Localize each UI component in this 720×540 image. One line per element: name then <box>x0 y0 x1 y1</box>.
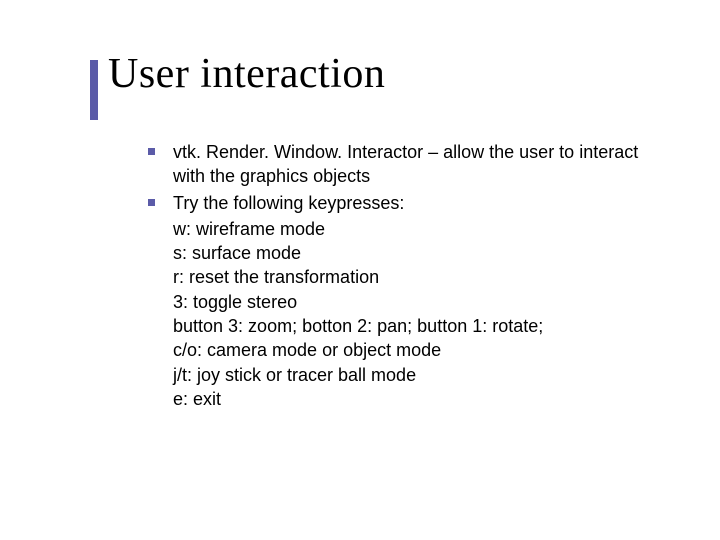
subline: button 3: zoom; botton 2: pan; button 1:… <box>173 314 660 338</box>
slide-body: vtk. Render. Window. Interactor – allow … <box>148 140 660 411</box>
slide-title: User interaction <box>108 50 385 98</box>
bullet-item: Try the following keypresses: <box>148 191 660 215</box>
square-bullet-icon <box>148 148 155 155</box>
subline: j/t: joy stick or tracer ball mode <box>173 363 660 387</box>
subline: s: surface mode <box>173 241 660 265</box>
bullet-item: vtk. Render. Window. Interactor – allow … <box>148 140 660 189</box>
subline: e: exit <box>173 387 660 411</box>
slide: User interaction vtk. Render. Window. In… <box>0 0 720 540</box>
square-bullet-icon <box>148 199 155 206</box>
bullet-text: vtk. Render. Window. Interactor – allow … <box>173 140 660 189</box>
title-rule <box>90 60 98 120</box>
subline: r: reset the transformation <box>173 265 660 289</box>
subline: 3: toggle stereo <box>173 290 660 314</box>
subline: w: wireframe mode <box>173 217 660 241</box>
bullet-text: Try the following keypresses: <box>173 191 660 215</box>
subline: c/o: camera mode or object mode <box>173 338 660 362</box>
